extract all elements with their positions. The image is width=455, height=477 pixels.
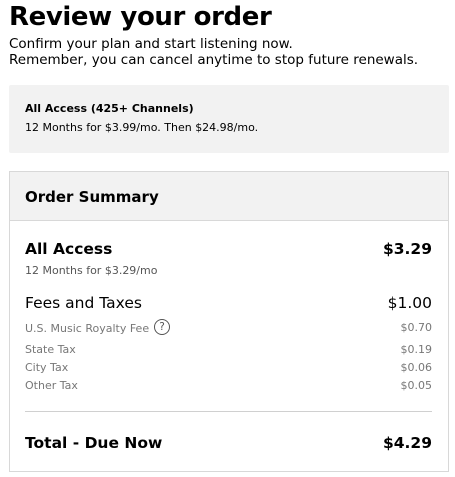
fee-row: State Tax $0.19	[25, 343, 432, 357]
plan-name: All Access (425+ Channels)	[25, 102, 194, 115]
plan-line: All Access $3.29	[25, 240, 432, 260]
fee-amount: $0.19	[400, 343, 433, 356]
fee-label: U.S. Music Royalty Fee ?	[25, 319, 171, 335]
plan-line-label: All Access	[25, 240, 113, 258]
fee-label: Other Tax	[25, 379, 78, 392]
fee-amount: $0.05	[400, 379, 433, 392]
info-icon[interactable]: ?	[154, 319, 171, 335]
fee-row: Other Tax $0.05	[25, 379, 432, 393]
fee-amount: $0.06	[400, 361, 433, 374]
intro-text: Confirm your plan and start listening no…	[9, 36, 449, 68]
total-amount: $4.29	[382, 434, 432, 452]
fee-row: U.S. Music Royalty Fee ? $0.70	[25, 319, 433, 335]
order-summary: Order Summary All Access $3.29 12 Months…	[9, 171, 449, 472]
fee-label: State Tax	[25, 343, 76, 356]
page-title: Review your order	[9, 2, 272, 32]
fee-label-text: U.S. Music Royalty Fee	[25, 321, 150, 335]
fee-label: City Tax	[25, 361, 69, 374]
total-line: Total - Due Now $4.29	[25, 434, 432, 454]
plan-line-detail: 12 Months for $3.29/mo	[25, 264, 158, 277]
total-label: Total - Due Now	[25, 434, 163, 452]
intro-line: Remember, you can cancel anytime to stop…	[9, 51, 419, 68]
order-summary-header: Order Summary	[10, 172, 448, 221]
fees-line: Fees and Taxes $1.00	[25, 294, 432, 314]
divider	[25, 411, 432, 412]
plan-price-text: 12 Months for $3.99/mo. Then $24.98/mo.	[25, 121, 259, 134]
plan-box: All Access (425+ Channels) 12 Months for…	[9, 85, 449, 153]
intro-line: Confirm your plan and start listening no…	[9, 36, 293, 52]
fee-amount: $0.70	[400, 321, 433, 334]
fee-row: City Tax $0.06	[25, 361, 432, 375]
plan-line-price: $3.29	[382, 240, 432, 258]
order-summary-title: Order Summary	[25, 188, 159, 206]
fees-line-total: $1.00	[387, 294, 432, 312]
fees-line-label: Fees and Taxes	[25, 294, 142, 312]
